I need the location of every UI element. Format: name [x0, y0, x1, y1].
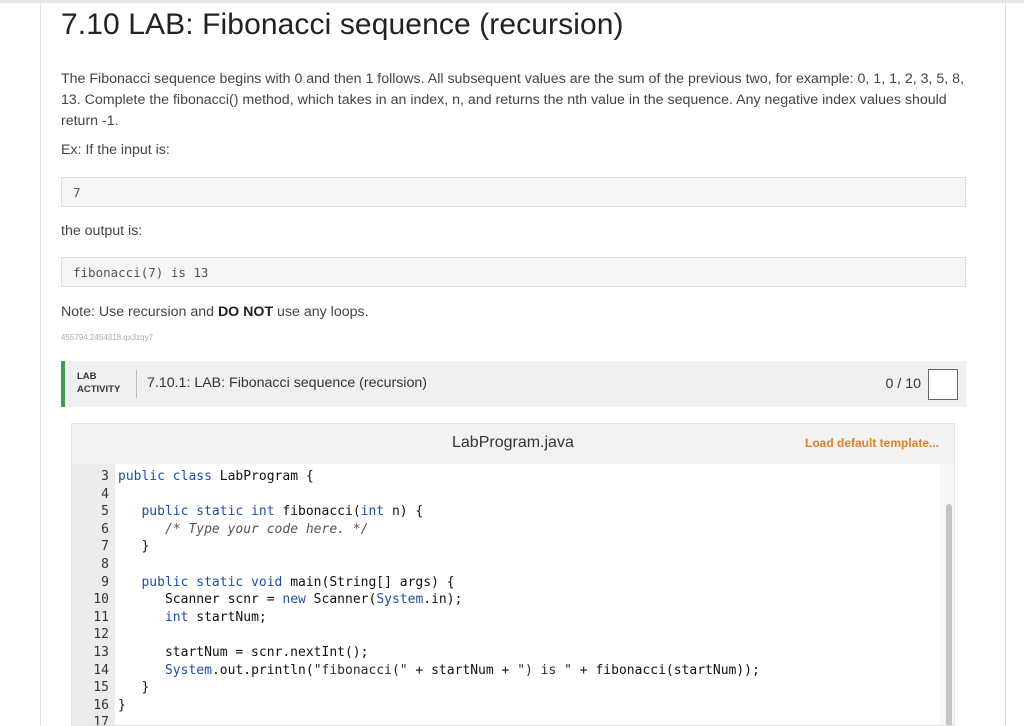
lab-score: 0 / 10	[885, 376, 922, 392]
code-token: startNum;	[188, 609, 267, 625]
load-default-template-button[interactable]: Load default template...	[805, 436, 939, 450]
code-line[interactable]: 6 /* Type your code here. */	[72, 521, 932, 539]
code-line[interactable]: 11 int startNum;	[72, 609, 932, 627]
line-number: 4	[101, 486, 109, 502]
code-line[interactable]: 8	[72, 556, 932, 574]
lab-divider	[136, 370, 137, 398]
example-output-box: fibonacci(7) is 13	[61, 257, 966, 287]
editor-file-name: LabProgram.java	[452, 434, 574, 451]
line-number: 10	[93, 592, 109, 608]
code-line[interactable]: 16}	[72, 697, 932, 715]
code-line[interactable]: 14 System.out.println("fibonacci(" + sta…	[72, 662, 932, 680]
code-text: public class LabProgram {	[118, 468, 314, 486]
code-token: public static void	[141, 574, 283, 590]
code-text: public static void main(String[] args) {	[118, 574, 455, 592]
lab-tag-line2: ACTIVITY	[77, 384, 121, 395]
code-text: }	[118, 538, 149, 556]
code-editor[interactable]: 3 public class LabProgram {4 5 public stat…	[72, 464, 954, 726]
lab-tag-line1: LAB	[77, 371, 97, 382]
code-line[interactable]: 9 public static void main(String[] args)…	[72, 574, 932, 592]
code-text: public static int fibonacci(int n) {	[118, 503, 423, 521]
code-line[interactable]: 5 public static int fibonacci(int n) {	[72, 503, 932, 521]
line-number: 6	[101, 521, 109, 537]
lab-activity-tag: LAB ACTIVITY	[77, 370, 120, 396]
example-label: Ex: If the input is:	[61, 142, 170, 158]
line-number: 16	[93, 697, 109, 713]
line-number: 3	[101, 469, 109, 484]
code-token: int	[164, 609, 189, 625]
code-token: public class	[118, 469, 212, 484]
code-token: main(String[] args) {	[282, 574, 455, 590]
code-token: LabProgram {	[219, 469, 314, 484]
code-token: public static int	[141, 504, 275, 520]
code-line[interactable]: 15 }	[72, 679, 932, 697]
code-token: fibonacci(	[274, 504, 361, 520]
page-title: 7.10 LAB: Fibonacci sequence (recursion)	[61, 8, 624, 41]
code-line[interactable]: 4	[72, 486, 932, 504]
note-suffix: use any loops.	[273, 304, 369, 320]
code-token: .out.println(	[211, 662, 314, 678]
line-number: 7	[101, 539, 109, 555]
line-number: 9	[101, 574, 109, 590]
score-badge-icon	[928, 369, 958, 400]
lab-activity-name: 7.10.1: LAB: Fibonacci sequence (recursi…	[147, 375, 427, 391]
code-token: ") is "	[517, 662, 572, 678]
line-number: 5	[101, 504, 109, 520]
code-token: Scanner scnr =	[118, 592, 283, 608]
code-line[interactable]: 12	[72, 626, 932, 644]
code-token: + startNum +	[407, 662, 518, 678]
code-editor-panel: LabProgram.java Load default template...…	[71, 423, 955, 726]
output-label: the output is:	[61, 223, 143, 239]
code-token: Scanner(	[305, 592, 377, 608]
line-number: 11	[93, 609, 109, 625]
code-text: int startNum;	[118, 609, 267, 627]
code-token: n) {	[384, 504, 424, 520]
line-number: 12	[93, 627, 109, 643]
code-token: }	[118, 539, 150, 555]
code-line[interactable]: 7 }	[72, 538, 932, 556]
code-token: startNum = scnr.nextInt();	[118, 645, 369, 660]
code-line[interactable]: 10 Scanner scnr = new Scanner(System.in)…	[72, 591, 932, 609]
note-bold: DO NOT	[217, 304, 274, 320]
code-token: + fibonacci(startNum));	[571, 662, 760, 678]
code-text: }	[118, 679, 149, 697]
code-text: /* Type your code here. */	[118, 521, 369, 539]
code-line[interactable]: 13 startNum = scnr.nextInt();	[72, 644, 932, 662]
code-token: "fibonacci("	[313, 662, 408, 678]
code-token: System	[164, 662, 212, 678]
code-text: Scanner scnr = new Scanner(System.in);	[118, 591, 462, 609]
line-number: 15	[93, 680, 109, 696]
code-token: int	[360, 504, 385, 520]
code-token: }	[118, 680, 150, 696]
line-number: 8	[101, 557, 109, 572]
activity-id: 455794.2454318.qx3zqy7	[61, 333, 154, 342]
code-text: }	[118, 697, 126, 715]
example-input-box: 7	[61, 177, 966, 207]
code-token: System	[376, 592, 424, 608]
line-number: 13	[93, 645, 109, 660]
code-token: new	[282, 592, 306, 608]
note-prefix: Note: Use recursion and	[61, 304, 218, 320]
editor-scrollbar-thumb[interactable]	[946, 504, 952, 725]
line-number: 17	[93, 715, 109, 726]
note-text: Note: Use recursion and DO NOT use any l…	[61, 304, 369, 320]
code-token: /* Type your code here. */	[164, 521, 369, 537]
problem-description: The Fibonacci sequence begins with 0 and…	[61, 71, 965, 129]
code-text: startNum = scnr.nextInt();	[118, 644, 369, 662]
code-token: .in);	[423, 592, 463, 608]
code-line[interactable]: 3 public class LabProgram {	[72, 468, 932, 486]
code-text: System.out.println("fibonacci(" + startN…	[118, 662, 760, 680]
code-line[interactable]: 17	[72, 714, 932, 726]
lab-activity-bar: LAB ACTIVITY 7.10.1: LAB: Fibonacci sequ…	[61, 361, 966, 407]
line-number: 14	[93, 662, 109, 678]
code-token: }	[118, 697, 126, 713]
